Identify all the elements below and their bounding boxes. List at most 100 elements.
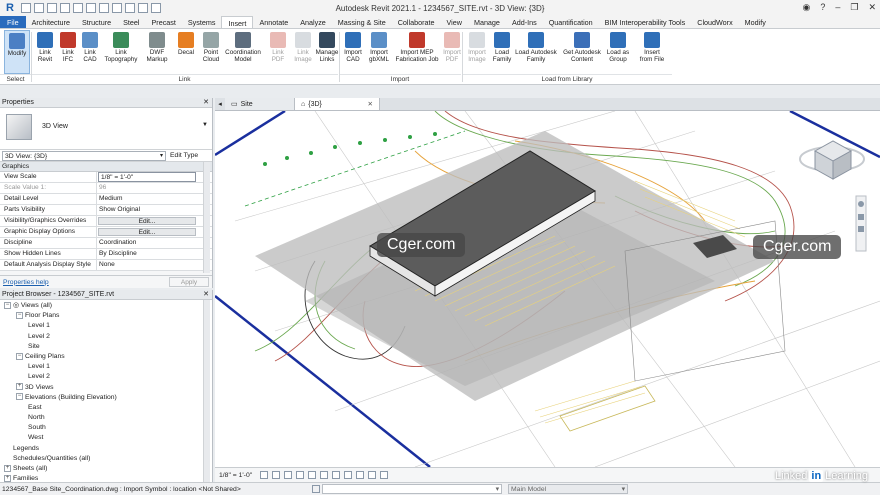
load-autodesk-family-button[interactable]: Load Autodesk Family bbox=[514, 30, 558, 74]
link-revit-button[interactable]: Link Revit bbox=[33, 30, 57, 74]
close-icon[interactable]: ✕ bbox=[368, 100, 373, 108]
sun-path-icon[interactable] bbox=[284, 471, 293, 479]
switch-windows-icon[interactable] bbox=[151, 3, 161, 13]
browser-node-ceiling-plans[interactable]: − Ceiling Plans bbox=[0, 352, 212, 362]
workset-selector[interactable] bbox=[322, 484, 502, 494]
expand-icon[interactable]: + bbox=[4, 464, 11, 472]
property-value[interactable]: 1/8" = 1'-0" bbox=[98, 172, 196, 182]
workset-icon[interactable] bbox=[312, 485, 320, 493]
link-ifc-button[interactable]: Link IFC bbox=[57, 30, 79, 74]
graphics-group[interactable]: Graphics bbox=[0, 162, 212, 172]
navigation-bar[interactable] bbox=[855, 195, 867, 252]
decal-button[interactable]: Decal bbox=[173, 30, 199, 74]
view-scale[interactable]: 1/8" = 1'-0" bbox=[215, 472, 252, 479]
browser-node-south[interactable]: South bbox=[0, 423, 212, 433]
property-row[interactable]: Scale Value 1: 96 bbox=[0, 183, 212, 194]
tab-view[interactable]: View bbox=[441, 16, 468, 28]
browser-node-level-1[interactable]: Level 1 bbox=[0, 321, 212, 331]
section-icon[interactable] bbox=[112, 3, 122, 13]
shadows-icon[interactable] bbox=[296, 471, 305, 479]
close-hidden-icon[interactable] bbox=[138, 3, 148, 13]
manage-links-button[interactable]: Manage Links bbox=[314, 30, 340, 74]
property-row[interactable]: Detail Level Medium bbox=[0, 194, 212, 205]
browser-node-east[interactable]: East bbox=[0, 403, 212, 413]
link-cad-button[interactable]: Link CAD bbox=[79, 30, 101, 74]
browser-node-level-1[interactable]: Level 1 bbox=[0, 362, 212, 372]
tab-systems[interactable]: Systems bbox=[182, 16, 222, 28]
properties-help-link[interactable]: Properties help bbox=[3, 279, 49, 286]
browser-node-north[interactable]: North bbox=[0, 413, 212, 423]
tab-annotate[interactable]: Annotate bbox=[253, 16, 294, 28]
tab-analyze[interactable]: Analyze bbox=[294, 16, 332, 28]
view-tab-site[interactable]: ▭ Site bbox=[225, 98, 295, 110]
help-icon[interactable]: ? bbox=[820, 2, 825, 13]
link-pdf-button[interactable]: Link PDF bbox=[266, 30, 290, 74]
property-row[interactable]: View Scale 1/8" = 1'-0" bbox=[0, 172, 212, 183]
detail-level-icon[interactable] bbox=[260, 471, 269, 479]
browser-node-level-2[interactable]: Level 2 bbox=[0, 372, 212, 382]
design-option-selector[interactable]: Main Model bbox=[508, 484, 628, 494]
analytical-model-icon[interactable] bbox=[380, 471, 389, 479]
tab-precast[interactable]: Precast bbox=[146, 16, 182, 28]
expand-icon[interactable]: + bbox=[16, 383, 23, 391]
apply-button[interactable]: Apply bbox=[169, 277, 209, 287]
import-mep-fabrication-job-button[interactable]: Import MEP Fabrication Job bbox=[395, 30, 439, 74]
dwf-markup-button[interactable]: DWF Markup bbox=[143, 30, 171, 74]
print-icon[interactable] bbox=[73, 3, 83, 13]
tab-structure[interactable]: Structure bbox=[76, 16, 117, 28]
insert-from-file-button[interactable]: Insert from File bbox=[636, 30, 668, 74]
close-icon[interactable]: ✕ bbox=[868, 2, 876, 13]
tab-collaborate[interactable]: Collaborate bbox=[392, 16, 441, 28]
undo-icon[interactable] bbox=[47, 3, 57, 13]
browser-scrollbar[interactable] bbox=[203, 300, 210, 482]
property-row[interactable]: Parts Visibility Show Original bbox=[0, 205, 212, 216]
minimize-icon[interactable]: – bbox=[835, 2, 840, 13]
import-pdf-button[interactable]: Import PDF bbox=[440, 30, 464, 74]
tab-cloudworx[interactable]: CloudWorx bbox=[691, 16, 738, 28]
tab-scroll-left-icon[interactable]: ◂ bbox=[215, 98, 225, 110]
measure-icon[interactable] bbox=[86, 3, 96, 13]
3d-view-icon[interactable] bbox=[99, 3, 109, 13]
tab-manage[interactable]: Manage bbox=[468, 16, 506, 28]
browser-node-views-all-[interactable]: − ◎ Views (all) bbox=[0, 301, 212, 311]
browser-node-3d-views[interactable]: +3D Views bbox=[0, 383, 212, 393]
temporary-hide-icon[interactable] bbox=[356, 471, 365, 479]
panel-select[interactable]: Select bbox=[0, 74, 31, 84]
redo-icon[interactable] bbox=[60, 3, 70, 13]
load-family-button[interactable]: Load Family bbox=[490, 30, 514, 74]
save-icon[interactable] bbox=[34, 3, 44, 13]
property-row[interactable]: Graphic Display Options Edit... bbox=[0, 227, 212, 238]
tab-massing-site[interactable]: Massing & Site bbox=[332, 16, 392, 28]
modify-button[interactable]: Modify bbox=[4, 30, 30, 74]
collapse-icon[interactable]: − bbox=[16, 393, 23, 401]
property-row[interactable]: Discipline Coordination bbox=[0, 238, 212, 249]
link-image-button[interactable]: Link Image bbox=[292, 30, 314, 74]
panel-link[interactable]: Link bbox=[31, 74, 338, 84]
tab-quantification[interactable]: Quantification bbox=[543, 16, 599, 28]
browser-node-families[interactable]: + Families bbox=[0, 474, 212, 482]
revit-app-icon[interactable]: R bbox=[3, 1, 17, 15]
show-crop-icon[interactable] bbox=[332, 471, 341, 479]
browser-node-legends[interactable]: Legends bbox=[0, 444, 212, 454]
view-tab-3d[interactable]: ⌂ {3D} ✕ bbox=[295, 98, 380, 110]
reveal-hidden-icon[interactable] bbox=[368, 471, 377, 479]
edit-button[interactable]: Edit... bbox=[98, 217, 196, 225]
import-image-button[interactable]: Import Image bbox=[466, 30, 488, 74]
tab-steel[interactable]: Steel bbox=[117, 16, 145, 28]
tab-modify[interactable]: Modify bbox=[739, 16, 772, 28]
edit-button[interactable]: Edit... bbox=[98, 228, 196, 236]
tab-file[interactable]: File bbox=[0, 16, 26, 28]
property-row[interactable]: Visibility/Graphics Overrides Edit... bbox=[0, 216, 212, 227]
close-icon[interactable]: ✕ bbox=[203, 98, 209, 108]
edit-type-button[interactable]: Edit Type bbox=[170, 152, 198, 159]
import-gbxml-button[interactable]: Import gbXML bbox=[366, 30, 392, 74]
lock-view-icon[interactable] bbox=[344, 471, 353, 479]
open-icon[interactable] bbox=[21, 3, 31, 13]
browser-node-west[interactable]: West bbox=[0, 433, 212, 443]
collapse-icon[interactable]: − bbox=[4, 301, 11, 309]
browser-node-floor-plans[interactable]: − Floor Plans bbox=[0, 311, 212, 321]
user-icon[interactable]: ◉ bbox=[802, 2, 810, 13]
import-cad-button[interactable]: Import CAD bbox=[341, 30, 365, 74]
panel-import[interactable]: Import bbox=[339, 74, 461, 84]
tab-add-ins[interactable]: Add-Ins bbox=[506, 16, 543, 28]
